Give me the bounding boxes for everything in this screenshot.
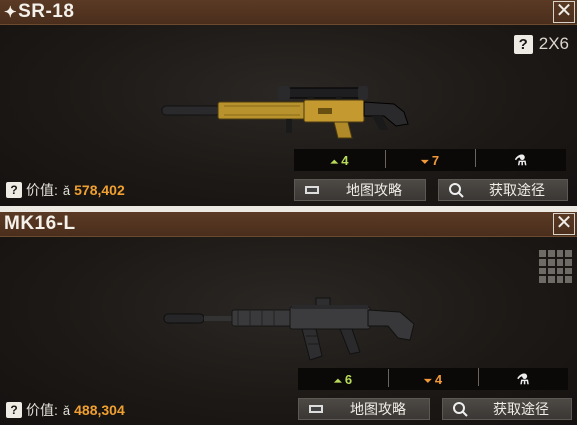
price-info: ? 价值: ǎ 578,402 (6, 180, 125, 200)
search-icon (445, 180, 467, 200)
help-icon[interactable]: ? (6, 402, 22, 418)
stat-upgrade: ⏶ 4 (330, 152, 349, 168)
acquire-source-label: 获取途径 (489, 182, 545, 198)
currency-icon: ǎ (62, 402, 71, 418)
acquire-source-button[interactable]: 获取途径 (438, 179, 568, 201)
search-icon (449, 399, 471, 419)
map-icon (305, 399, 327, 419)
market-icon[interactable]: ⚗ (478, 367, 568, 388)
stat-downgrade: ⏷ 7 (384, 149, 476, 168)
price-value: 488,304 (74, 402, 125, 418)
weapon-image-mk16l (163, 297, 415, 361)
help-icon[interactable]: ? (6, 182, 22, 198)
double-chevron-down-icon: ⏷ (420, 156, 429, 168)
price-label: 价值: (26, 402, 58, 418)
weapon-title-bar: ✦SR-18 ✕ (0, 0, 577, 25)
weapon-stats-bar: ⏶ 6 ⏷ 4 ⚗ (298, 367, 568, 390)
map-guide-label: 地图攻略 (350, 401, 406, 417)
map-guide-button[interactable]: 地图攻略 (294, 179, 426, 201)
price-label: 价值: (26, 182, 58, 198)
double-chevron-down-icon: ⏷ (423, 375, 432, 387)
weapon-title: MK16-L (4, 213, 76, 235)
currency-icon: ǎ (62, 182, 71, 198)
stat-downgrade: ⏷ 4 (388, 368, 478, 387)
sparkle-icon: ✦ (4, 4, 18, 21)
weapon-title-bar: MK16-L ✕ (0, 212, 577, 237)
price-value: 578,402 (74, 182, 125, 198)
map-guide-label: 地图攻略 (346, 182, 402, 198)
scope-info[interactable]: ? 2X6 (513, 34, 569, 54)
weapon-stats-bar: ⏶ 4 ⏷ 7 ⚗ (294, 148, 566, 171)
stat-upgrade: ⏶ 6 (333, 371, 353, 387)
map-guide-button[interactable]: 地图攻略 (298, 398, 430, 420)
double-chevron-up-icon: ⏶ (333, 375, 342, 387)
close-button[interactable]: ✕ (553, 1, 575, 23)
weapon-name: SR-18 (18, 1, 75, 22)
grid-icon[interactable] (539, 250, 572, 283)
scope-magnification: 2X6 (538, 34, 569, 53)
weapon-card-sr18: ✦SR-18 ✕ ? 2X6 ⏶ 4 ⏷ 7 ⚗ ? 价值: ǎ 578,402… (0, 0, 577, 206)
close-button[interactable]: ✕ (553, 213, 575, 235)
weapon-image-sr18 (161, 86, 409, 139)
acquire-source-label: 获取途径 (493, 401, 549, 417)
weapon-name: MK16-L (4, 213, 76, 234)
market-icon[interactable]: ⚗ (475, 148, 566, 169)
weapon-title: ✦SR-18 (4, 1, 74, 23)
help-icon: ? (513, 34, 533, 54)
weapon-card-mk16l: MK16-L ✕ ⏶ 6 ⏷ 4 ⚗ ? 价值: ǎ 488,304 地图攻略 … (0, 212, 577, 425)
price-info: ? 价值: ǎ 488,304 (6, 400, 125, 420)
double-chevron-up-icon: ⏶ (330, 156, 339, 168)
acquire-source-button[interactable]: 获取途径 (442, 398, 572, 420)
map-icon (301, 180, 323, 200)
